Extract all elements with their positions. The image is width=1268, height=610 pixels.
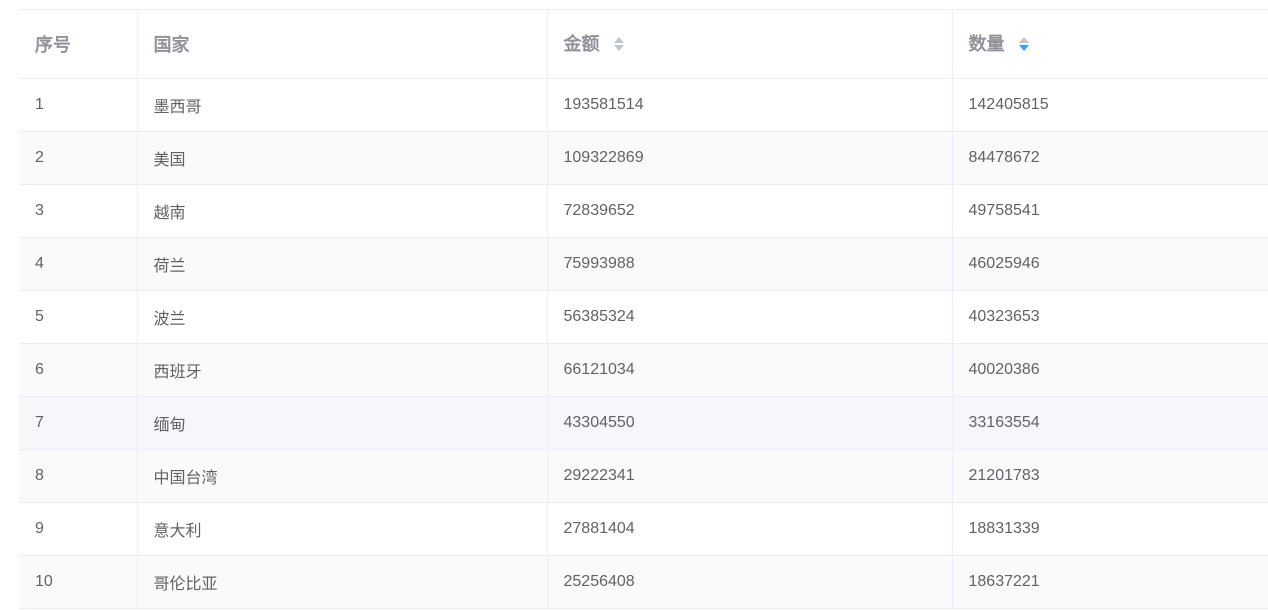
cell-index: 6 <box>19 343 138 397</box>
cell-amount: 43304550 <box>547 396 953 450</box>
cell-quantity: 84478672 <box>952 131 1268 185</box>
cell-index: 8 <box>19 449 138 503</box>
table-row[interactable]: 6 西班牙 66121034 40020386 <box>19 343 1268 397</box>
sort-descending-icon[interactable] <box>613 45 624 51</box>
cell-quantity: 33163554 <box>952 396 1268 450</box>
cell-amount: 193581514 <box>547 78 953 132</box>
cell-index: 10 <box>19 555 138 609</box>
cell-index: 3 <box>19 184 138 238</box>
table-row[interactable]: 5 波兰 56385324 40323653 <box>19 290 1268 344</box>
header-row: 序号 国家 金额 数量 <box>19 9 1268 79</box>
header-quantity-label: 数量 <box>968 34 1005 54</box>
header-country: 国家 <box>137 9 548 79</box>
cell-amount: 75993988 <box>547 237 953 291</box>
cell-quantity: 18637221 <box>952 555 1268 609</box>
data-table: 序号 国家 金额 数量 1 墨西哥 193581514 142405815 2 … <box>19 9 1268 609</box>
cell-amount: 29222341 <box>547 449 953 503</box>
cell-index: 4 <box>19 237 138 291</box>
cell-amount: 27881404 <box>547 502 953 556</box>
cell-quantity: 21201783 <box>952 449 1268 503</box>
quantity-sort-caret-icon[interactable] <box>1018 36 1030 52</box>
cell-country: 中国台湾 <box>137 449 548 503</box>
table-row[interactable]: 3 越南 72839652 49758541 <box>19 184 1268 238</box>
table-row[interactable]: 1 墨西哥 193581514 142405815 <box>19 78 1268 132</box>
cell-quantity: 18831339 <box>952 502 1268 556</box>
table-row[interactable]: 4 荷兰 75993988 46025946 <box>19 237 1268 291</box>
cell-amount: 66121034 <box>547 343 953 397</box>
cell-amount: 25256408 <box>547 555 953 609</box>
cell-country: 越南 <box>137 184 548 238</box>
cell-amount: 56385324 <box>547 290 953 344</box>
cell-index: 1 <box>19 78 138 132</box>
cell-country: 美国 <box>137 131 548 185</box>
sort-ascending-icon[interactable] <box>613 37 624 43</box>
cell-quantity: 40323653 <box>952 290 1268 344</box>
sort-descending-icon[interactable] <box>1018 45 1029 51</box>
cell-index: 7 <box>19 396 138 450</box>
table-body: 1 墨西哥 193581514 142405815 2 美国 109322869 844786… <box>19 78 1268 609</box>
data-table-container: 序号 国家 金额 数量 1 墨西哥 193581514 142405815 2 … <box>19 9 1268 609</box>
cell-quantity: 40020386 <box>952 343 1268 397</box>
cell-country: 波兰 <box>137 290 548 344</box>
table-row[interactable]: 2 美国 109322869 84478672 <box>19 131 1268 185</box>
cell-country: 墨西哥 <box>137 78 548 132</box>
cell-quantity: 142405815 <box>952 78 1268 132</box>
table-header: 序号 国家 金额 数量 <box>19 9 1268 79</box>
header-country-label: 国家 <box>153 35 190 55</box>
cell-country: 西班牙 <box>137 343 548 397</box>
cell-index: 5 <box>19 290 138 344</box>
cell-country: 缅甸 <box>137 396 548 450</box>
table-row[interactable]: 7 缅甸 43304550 33163554 <box>19 396 1268 450</box>
cell-amount: 109322869 <box>547 131 953 185</box>
cell-index: 9 <box>19 502 138 556</box>
cell-quantity: 46025946 <box>952 237 1268 291</box>
cell-country: 意大利 <box>137 502 548 556</box>
table-row[interactable]: 8 中国台湾 29222341 21201783 <box>19 449 1268 503</box>
amount-sort-caret-icon[interactable] <box>613 36 625 52</box>
sort-ascending-icon[interactable] <box>1018 37 1029 43</box>
table-row[interactable]: 10 哥伦比亚 25256408 18637221 <box>19 555 1268 609</box>
cell-country: 荷兰 <box>137 237 548 291</box>
cell-country: 哥伦比亚 <box>137 555 548 609</box>
header-index-label: 序号 <box>35 35 71 55</box>
header-index: 序号 <box>19 9 138 79</box>
header-quantity[interactable]: 数量 <box>952 9 1268 79</box>
header-amount[interactable]: 金额 <box>547 9 953 79</box>
table-row[interactable]: 9 意大利 27881404 18831339 <box>19 502 1268 556</box>
cell-index: 2 <box>19 131 138 185</box>
cell-amount: 72839652 <box>547 184 953 238</box>
header-amount-label: 金额 <box>563 34 600 54</box>
cell-quantity: 49758541 <box>952 184 1268 238</box>
